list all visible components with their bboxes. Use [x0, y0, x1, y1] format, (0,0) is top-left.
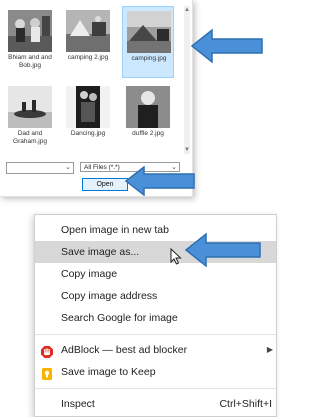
menu-item-label: Copy image address	[61, 290, 158, 302]
adblock-icon	[41, 344, 53, 358]
arrow-left-icon	[184, 232, 262, 268]
scroll-down-icon[interactable]: ▼	[184, 147, 190, 153]
thumbnail-item[interactable]: Bhiam and and Bob.jpg	[4, 6, 56, 78]
arrow-left-icon	[190, 28, 264, 64]
photo-thumbnail	[8, 86, 52, 128]
thumbnail-item-selected[interactable]: camping.jpg	[122, 6, 174, 78]
thumbnail-label: Bhiam and and Bob.jpg	[8, 54, 52, 69]
thumbnail-label: camping.jpg	[131, 55, 167, 62]
menu-item-label: Save image as...	[61, 246, 140, 258]
thumbnail-label: Dancing.jpg	[70, 130, 106, 137]
photo-thumbnail	[66, 86, 110, 128]
photo-thumbnail	[8, 10, 52, 52]
chevron-down-icon[interactable]: ⌄	[65, 163, 71, 173]
thumbnail-label: camping 2.jpg	[67, 54, 109, 61]
submenu-arrow-icon: ▶	[266, 345, 273, 354]
menu-item-label: Save image to Keep	[61, 366, 156, 378]
menu-item-search-google-image[interactable]: Search Google for image	[35, 307, 276, 329]
photo-thumbnail	[126, 86, 170, 128]
thumbnail-label: duffle 2.jpg	[132, 130, 164, 137]
menu-item-label: Inspect	[61, 398, 95, 410]
menu-item-copy-image-address[interactable]: Copy image address	[35, 285, 276, 307]
menu-separator	[35, 388, 276, 389]
photo-thumbnail	[127, 11, 171, 53]
file-type-value: All Files (*.*)	[84, 164, 120, 171]
menu-item-label: Search Google for image	[61, 312, 178, 324]
thumbnail-item[interactable]: Dancing.jpg	[62, 82, 114, 154]
menu-item-adblock[interactable]: AdBlock — best ad blocker ▶	[35, 339, 276, 361]
thumbnail-label: Dad and Graham.jpg	[13, 130, 47, 145]
filename-input[interactable]: ⌄	[6, 162, 74, 174]
menu-item-label: Copy image	[61, 268, 118, 280]
menu-separator	[35, 334, 276, 335]
thumbnail-item[interactable]: camping 2.jpg	[62, 6, 114, 78]
menu-item-inspect[interactable]: Inspect Ctrl+Shift+I	[35, 393, 276, 415]
thumbnail-grid: Bhiam and and Bob.jpg camping 2.jpg camp…	[4, 6, 184, 154]
menu-item-label: AdBlock — best ad blocker	[61, 344, 188, 356]
mouse-pointer-icon	[170, 247, 182, 270]
menu-item-shortcut: Ctrl+Shift+I	[219, 398, 272, 410]
menu-item-label: Open image in new tab	[61, 224, 169, 236]
keep-icon	[41, 366, 53, 380]
open-button[interactable]: Open	[82, 178, 128, 191]
thumbnail-item[interactable]: duffle 2.jpg	[122, 82, 174, 154]
arrow-left-icon	[124, 166, 196, 196]
photo-thumbnail	[66, 10, 110, 52]
menu-item-save-to-keep[interactable]: Save image to Keep	[35, 361, 276, 383]
thumbnail-item[interactable]: Dad and Graham.jpg	[4, 82, 56, 154]
scroll-up-icon[interactable]: ▲	[184, 7, 190, 13]
